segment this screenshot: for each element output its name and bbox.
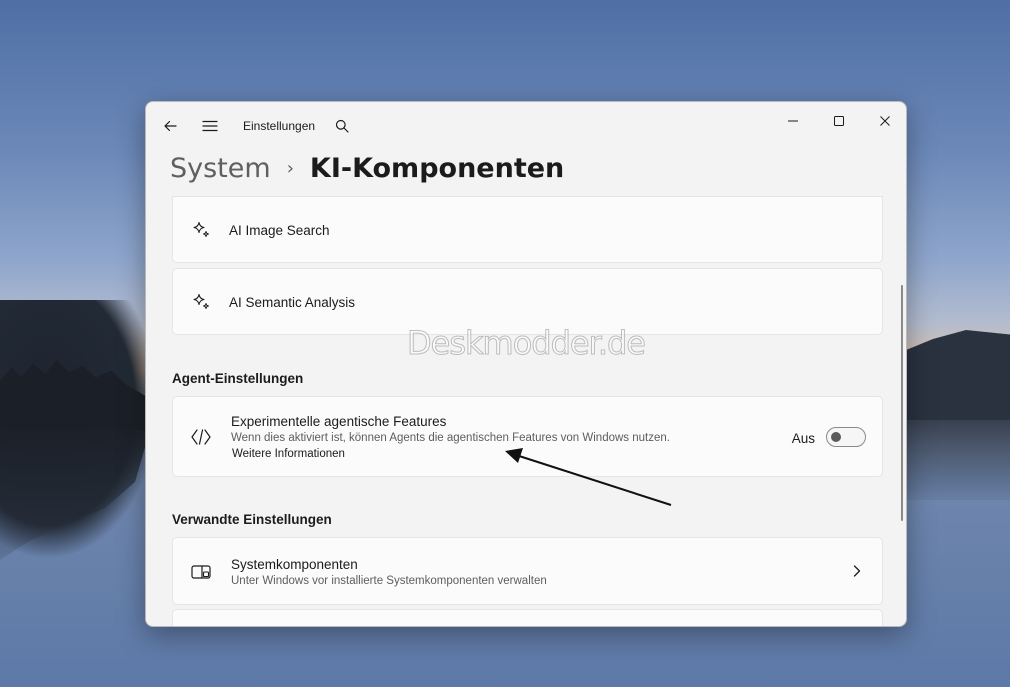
setting-item-ai-semantic-analysis[interactable]: AI Semantic Analysis — [172, 268, 883, 335]
back-arrow-icon — [164, 120, 177, 132]
minimize-button[interactable] — [770, 106, 816, 136]
setting-item-title: Systemkomponenten — [231, 557, 358, 572]
sparkle-icon — [190, 219, 212, 241]
toggle-state-label: Aus — [791, 431, 815, 446]
setting-item-title: Experimentelle agentische Features — [231, 414, 447, 429]
sparkle-icon — [190, 291, 212, 313]
setting-item-system-components[interactable]: Systemkomponenten Unter Windows vor inst… — [172, 537, 883, 605]
setting-item-title: AI Semantic Analysis — [229, 295, 356, 310]
setting-item-agentic-features[interactable]: Experimentelle agentische Features Wenn … — [172, 396, 883, 477]
code-brackets-icon — [190, 426, 212, 448]
scrollbar[interactable] — [901, 285, 903, 521]
section-title-agent: Agent-Einstellungen — [172, 371, 304, 386]
breadcrumb-parent[interactable]: System — [170, 153, 271, 184]
close-button[interactable] — [862, 106, 906, 136]
wallpaper-hills-right — [900, 330, 1010, 420]
setting-item-description: Wenn dies aktiviert ist, können Agents d… — [231, 432, 670, 444]
setting-item-title: AI Image Search — [229, 223, 330, 238]
search-icon — [335, 119, 349, 133]
setting-item-description: Unter Windows vor installierte Systemkom… — [231, 575, 547, 587]
breadcrumb-separator: › — [286, 157, 294, 179]
agentic-features-toggle[interactable] — [826, 427, 866, 447]
minimize-icon — [788, 120, 798, 122]
close-icon — [880, 116, 890, 126]
settings-window: Einstellungen System › KI-Komponenten AI… — [145, 101, 907, 627]
system-components-icon — [190, 561, 212, 583]
setting-item-partial[interactable] — [172, 609, 883, 626]
title-bar: Einstellungen — [146, 102, 906, 148]
search-button[interactable] — [330, 114, 354, 138]
maximize-icon — [834, 116, 844, 126]
app-title: Einstellungen — [243, 119, 316, 133]
back-button[interactable] — [158, 114, 182, 138]
hamburger-icon — [202, 120, 218, 132]
maximize-button[interactable] — [816, 106, 862, 136]
settings-content[interactable]: AI Image Search AI Semantic Analysis Age… — [146, 196, 906, 626]
breadcrumb: System › KI-Komponenten — [170, 148, 564, 188]
menu-button[interactable] — [198, 114, 222, 138]
learn-more-link[interactable]: Weitere Informationen — [232, 448, 345, 460]
chevron-right-icon — [850, 564, 864, 578]
section-title-related: Verwandte Einstellungen — [172, 512, 332, 527]
toggle-knob — [831, 432, 841, 442]
setting-item-ai-image-search[interactable]: AI Image Search — [172, 196, 883, 263]
wallpaper-reflection-right — [900, 420, 1010, 500]
page-title: KI-Komponenten — [309, 152, 565, 184]
